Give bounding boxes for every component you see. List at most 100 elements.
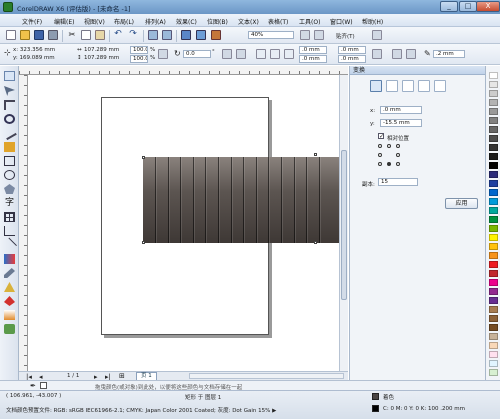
palette-swatch[interactable] <box>489 198 498 205</box>
shape-tool-icon[interactable] <box>4 86 15 96</box>
copy-icon[interactable] <box>81 30 91 40</box>
rotation-angle-field[interactable]: 0.0 <box>183 50 211 58</box>
full-screen-icon[interactable] <box>300 30 310 40</box>
lock-ratio-icon[interactable] <box>158 49 168 59</box>
corner-top-right-field[interactable]: .0 mm <box>338 46 366 54</box>
palette-swatch[interactable] <box>489 270 498 277</box>
anchor-point[interactable] <box>378 153 382 157</box>
eyedropper-icon[interactable]: ✒ <box>30 382 36 390</box>
menu-tools[interactable]: 工具(O) <box>299 17 320 26</box>
palette-swatch[interactable] <box>489 171 498 178</box>
palette-swatch[interactable] <box>489 324 498 331</box>
anchor-point-selected[interactable] <box>387 162 391 166</box>
menu-layout[interactable]: 布局(L) <box>114 17 134 26</box>
cut-icon[interactable]: ✂ <box>67 30 77 40</box>
palette-swatch[interactable] <box>489 369 498 376</box>
ellipse-tool-icon[interactable] <box>4 170 15 180</box>
y-position-field[interactable]: y: 169.089 mm <box>13 55 55 61</box>
chamfer-corner-icon[interactable] <box>284 49 294 59</box>
menu-arrange[interactable]: 排列(A) <box>145 17 166 26</box>
corel-connect-icon[interactable] <box>211 30 221 40</box>
palette-swatch[interactable] <box>489 117 498 124</box>
palette-swatch[interactable] <box>489 297 498 304</box>
new-document-icon[interactable] <box>6 30 16 40</box>
import-icon[interactable] <box>148 30 158 40</box>
palette-swatch[interactable] <box>489 108 498 115</box>
open-folder-icon[interactable] <box>20 30 30 40</box>
palette-swatch[interactable] <box>489 207 498 214</box>
height-field[interactable]: 107.289 mm <box>84 55 119 61</box>
palette-swatch[interactable] <box>489 360 498 367</box>
palette-swatch[interactable] <box>489 99 498 106</box>
outline-swatch[interactable] <box>372 405 379 412</box>
menu-window[interactable]: 窗口(W) <box>330 17 353 26</box>
app-launcher-icon[interactable] <box>181 30 191 40</box>
export-icon[interactable] <box>162 30 172 40</box>
welcome-screen-icon[interactable] <box>196 30 206 40</box>
anchor-point[interactable] <box>396 144 400 148</box>
palette-swatch[interactable] <box>489 216 498 223</box>
close-button[interactable]: X <box>476 1 500 12</box>
wrap-text-icon[interactable] <box>406 49 416 59</box>
menu-bitmaps[interactable]: 位图(B) <box>207 17 228 26</box>
color-profile[interactable]: 文档颜色预置文件: RGB: sRGB IEC61966-2.1; CMYK: … <box>6 406 276 414</box>
save-icon[interactable] <box>34 30 44 40</box>
size-tab-icon[interactable] <box>418 80 430 92</box>
striped-rectangle-shape[interactable] <box>143 157 339 243</box>
palette-swatch[interactable] <box>489 279 498 286</box>
crop-tool-icon[interactable] <box>4 100 15 110</box>
mesh-fill-tool-icon[interactable] <box>4 324 15 334</box>
palette-swatch[interactable] <box>489 135 498 142</box>
y-offset-field[interactable]: -15.5 mm <box>380 119 422 127</box>
palette-swatch[interactable] <box>489 261 498 268</box>
palette-swatch[interactable] <box>489 306 498 313</box>
palette-swatch[interactable] <box>489 162 498 169</box>
smart-fill-tool-icon[interactable] <box>4 142 15 152</box>
x-position-field[interactable]: x: 323.356 mm <box>13 47 55 53</box>
corner-top-left-field[interactable]: .0 mm <box>299 46 327 54</box>
corner-lock-icon[interactable] <box>372 49 382 59</box>
corner-bottom-left-field[interactable]: .0 mm <box>299 55 327 63</box>
palette-swatch[interactable] <box>489 144 498 151</box>
maximize-button[interactable]: □ <box>459 1 477 12</box>
copies-field[interactable]: 15 <box>378 178 418 186</box>
rotate-tab-icon[interactable] <box>386 80 398 92</box>
redo-icon[interactable]: ↷ <box>128 30 138 40</box>
mirror-horizontal-icon[interactable] <box>222 49 232 59</box>
undo-icon[interactable]: ↶ <box>113 30 123 40</box>
pick-tool-icon[interactable] <box>4 71 15 81</box>
text-tool-icon[interactable]: 字 <box>4 198 15 208</box>
palette-swatch[interactable] <box>489 72 498 79</box>
position-tab-icon[interactable] <box>370 80 382 92</box>
freehand-tool-icon[interactable] <box>2 125 17 141</box>
connector-tool-icon[interactable] <box>2 237 17 253</box>
menu-help[interactable]: 帮助(H) <box>362 17 383 26</box>
x-offset-field[interactable]: .0 mm <box>380 106 422 114</box>
relative-position-checkbox[interactable]: ✓ <box>378 133 384 140</box>
anchor-point[interactable] <box>378 144 382 148</box>
scallop-corner-icon[interactable] <box>270 49 280 59</box>
interactive-fill-tool-icon[interactable] <box>4 310 15 320</box>
palette-swatch[interactable] <box>489 288 498 295</box>
palette-swatch[interactable] <box>489 315 498 322</box>
snap-to-dropdown[interactable]: 贴齐(T) <box>336 32 355 40</box>
palette-swatch[interactable] <box>489 81 498 88</box>
rulers-icon[interactable] <box>314 30 324 40</box>
menu-text[interactable]: 文本(X) <box>238 17 259 26</box>
eyedropper-tool-icon[interactable] <box>4 268 15 278</box>
menu-effects[interactable]: 效果(C) <box>176 17 197 26</box>
selection-node[interactable] <box>314 241 317 244</box>
anchor-point[interactable] <box>396 162 400 166</box>
selection-node[interactable] <box>314 153 317 156</box>
drawing-canvas[interactable] <box>28 75 339 371</box>
palette-swatch[interactable] <box>489 333 498 340</box>
anchor-point-grid[interactable] <box>378 144 400 166</box>
anchor-point[interactable] <box>396 153 400 157</box>
palette-swatch[interactable] <box>489 234 498 241</box>
fill-tool-icon[interactable] <box>4 296 15 306</box>
palette-swatch[interactable] <box>489 252 498 259</box>
palette-swatch[interactable] <box>489 153 498 160</box>
selection-node[interactable] <box>142 241 145 244</box>
outline-width-field[interactable]: .2 mm <box>433 50 465 58</box>
palette-swatch[interactable] <box>489 342 498 349</box>
